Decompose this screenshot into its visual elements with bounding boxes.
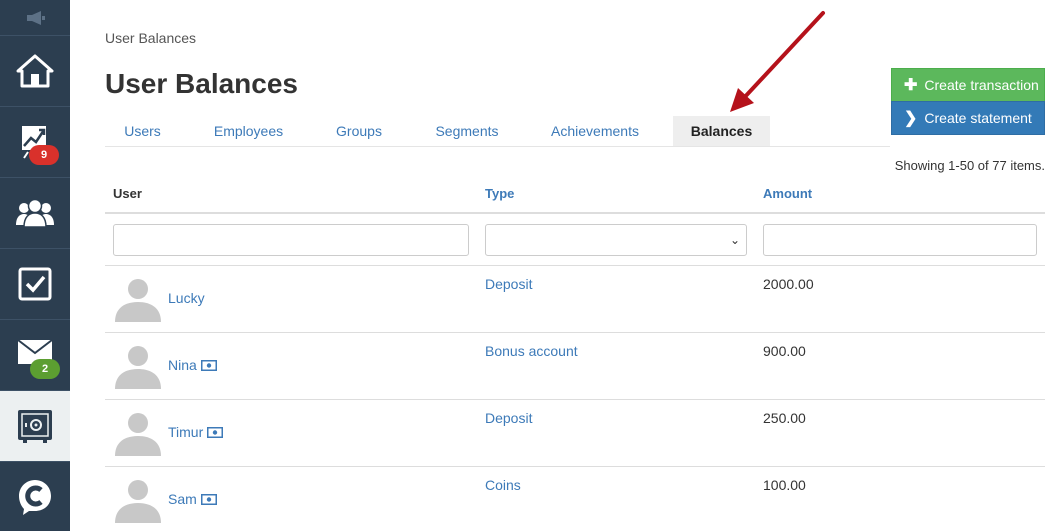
sidebar: 9 2	[0, 0, 70, 531]
create-transaction-button[interactable]: ✚ Create transaction	[891, 68, 1045, 102]
messages-badge-count: 2	[41, 363, 49, 375]
create-statement-label: Create statement	[924, 110, 1032, 126]
amount-filter-input[interactable]	[763, 224, 1037, 256]
sidebar-item-home[interactable]	[0, 36, 70, 107]
chevron-right-icon: ❯	[904, 110, 918, 127]
tab-balances[interactable]: Balances	[673, 116, 770, 146]
user-filter-input[interactable]	[113, 224, 469, 256]
create-statement-button[interactable]: ❯ Create statement	[891, 101, 1045, 135]
user-name: Nina	[168, 357, 197, 373]
avatar-placeholder-icon	[115, 480, 161, 523]
avatar-placeholder-icon	[115, 346, 161, 389]
plus-icon: ✚	[904, 77, 918, 94]
tab-users[interactable]: Users	[105, 116, 180, 146]
row-divider	[105, 399, 1045, 400]
type-filter-select[interactable]	[485, 224, 747, 256]
banknote-icon	[207, 426, 224, 438]
analytics-badge-count: 9	[40, 149, 48, 161]
column-header-amount[interactable]: Amount	[763, 186, 812, 201]
people-icon	[16, 198, 54, 228]
sidebar-item-logo[interactable]	[0, 462, 70, 531]
tab-employees[interactable]: Employees	[195, 116, 302, 146]
row-divider	[105, 466, 1045, 467]
breadcrumb[interactable]: User Balances	[105, 30, 196, 46]
tab-achievements[interactable]: Achievements	[537, 116, 653, 146]
sidebar-item-tasks[interactable]	[0, 249, 70, 320]
user-link[interactable]: Lucky	[168, 290, 205, 306]
type-link[interactable]: Coins	[485, 477, 521, 493]
avatar-placeholder-icon	[115, 413, 161, 456]
sidebar-item-messages[interactable]: 2	[0, 320, 70, 391]
user-name: Lucky	[168, 290, 205, 306]
user-name: Timur	[168, 424, 204, 440]
annotation-arrow-icon	[730, 11, 825, 112]
megaphone-icon	[27, 10, 45, 25]
page-title: User Balances	[105, 68, 299, 99]
filter-divider	[105, 265, 1045, 266]
row-divider	[105, 332, 1045, 333]
create-transaction-label: Create transaction	[924, 77, 1039, 93]
tab-groups[interactable]: Groups	[315, 116, 403, 146]
header-divider	[105, 212, 1045, 214]
pagination-summary: Showing 1-50 of 77 items.	[894, 158, 1045, 173]
safe-icon	[18, 410, 52, 443]
amount-value: 900.00	[763, 343, 806, 359]
sidebar-item-users[interactable]	[0, 178, 70, 249]
sidebar-item-balances[interactable]	[0, 391, 70, 462]
banknote-icon	[200, 359, 217, 371]
column-header-user: User	[113, 186, 142, 201]
sidebar-item-analytics[interactable]: 9	[0, 107, 70, 178]
checkbox-icon	[18, 267, 52, 301]
home-icon	[16, 54, 54, 88]
type-link[interactable]: Deposit	[485, 276, 532, 292]
amount-value: 250.00	[763, 410, 806, 426]
column-header-type[interactable]: Type	[485, 186, 514, 201]
user-link[interactable]: Timur	[168, 424, 224, 440]
analytics-badge: 9	[29, 145, 59, 165]
avatar-placeholder-icon	[115, 279, 161, 322]
amount-value: 100.00	[763, 477, 806, 493]
sidebar-collapse[interactable]	[0, 0, 70, 36]
type-link[interactable]: Deposit	[485, 410, 532, 426]
tab-segments[interactable]: Segments	[419, 116, 515, 146]
banknote-icon	[200, 493, 217, 505]
user-link[interactable]: Sam	[168, 491, 217, 507]
messages-badge: 2	[30, 359, 60, 379]
tab-bar: Users Employees Groups Segments Achievem…	[105, 116, 890, 147]
chat-logo-icon	[19, 479, 51, 515]
amount-value: 2000.00	[763, 276, 814, 292]
type-link[interactable]: Bonus account	[485, 343, 578, 359]
user-link[interactable]: Nina	[168, 357, 217, 373]
user-name: Sam	[168, 491, 197, 507]
